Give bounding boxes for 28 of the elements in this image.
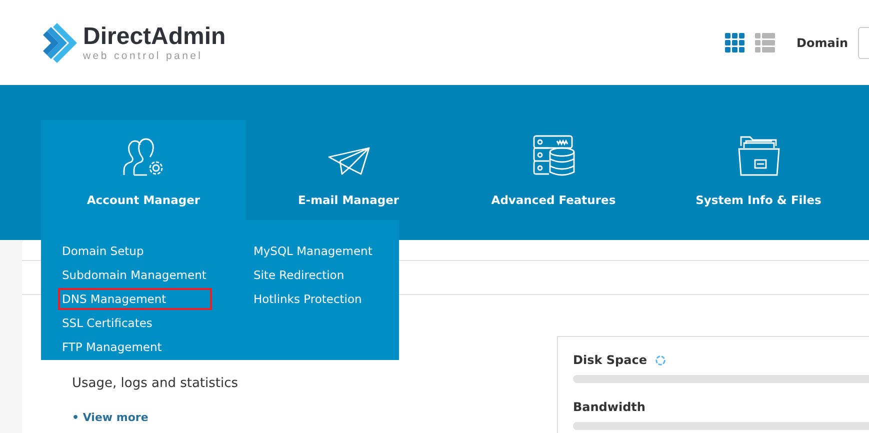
menu-item[interactable]: Subdomain Management [58, 264, 210, 286]
loading-icon [654, 354, 666, 366]
nav-tile[interactable]: Advanced Features [451, 120, 656, 220]
view-more-link[interactable]: • View more [72, 411, 148, 424]
usage-label: Disk Space [573, 353, 647, 367]
menu-item[interactable]: Hotlinks Protection [249, 288, 366, 310]
server-database-icon [532, 135, 574, 177]
menu-item[interactable]: DNS Management [58, 288, 212, 310]
nav-tile[interactable]: System Info & Files [656, 120, 861, 220]
usage-label: Bandwidth [573, 400, 646, 414]
menu-item[interactable]: MySQL Management [249, 240, 376, 262]
section-description: Usage, logs and statistics [72, 376, 240, 391]
paper-plane-icon [328, 147, 370, 177]
domain-label: Domain [796, 36, 848, 50]
list-view-button[interactable] [754, 32, 775, 52]
menu-item[interactable]: SSL Certificates [58, 312, 156, 334]
menu-item[interactable]: FTP Management [58, 336, 166, 358]
logo-tagline: web control panel [83, 50, 204, 62]
users-gear-icon [122, 137, 164, 177]
folder-icon [738, 135, 780, 177]
nav-tile[interactable]: Account Manager [41, 120, 246, 220]
logo-name: DirectAdmin [83, 24, 226, 50]
menu-item[interactable]: Domain Setup [58, 240, 148, 262]
nav-tile[interactable]: E-mail Manager [246, 120, 451, 220]
domain-select[interactable] [858, 26, 869, 58]
menu-item[interactable]: Site Redirection [249, 264, 348, 286]
logo-icon [41, 22, 77, 62]
grid-view-button[interactable] [724, 32, 745, 52]
